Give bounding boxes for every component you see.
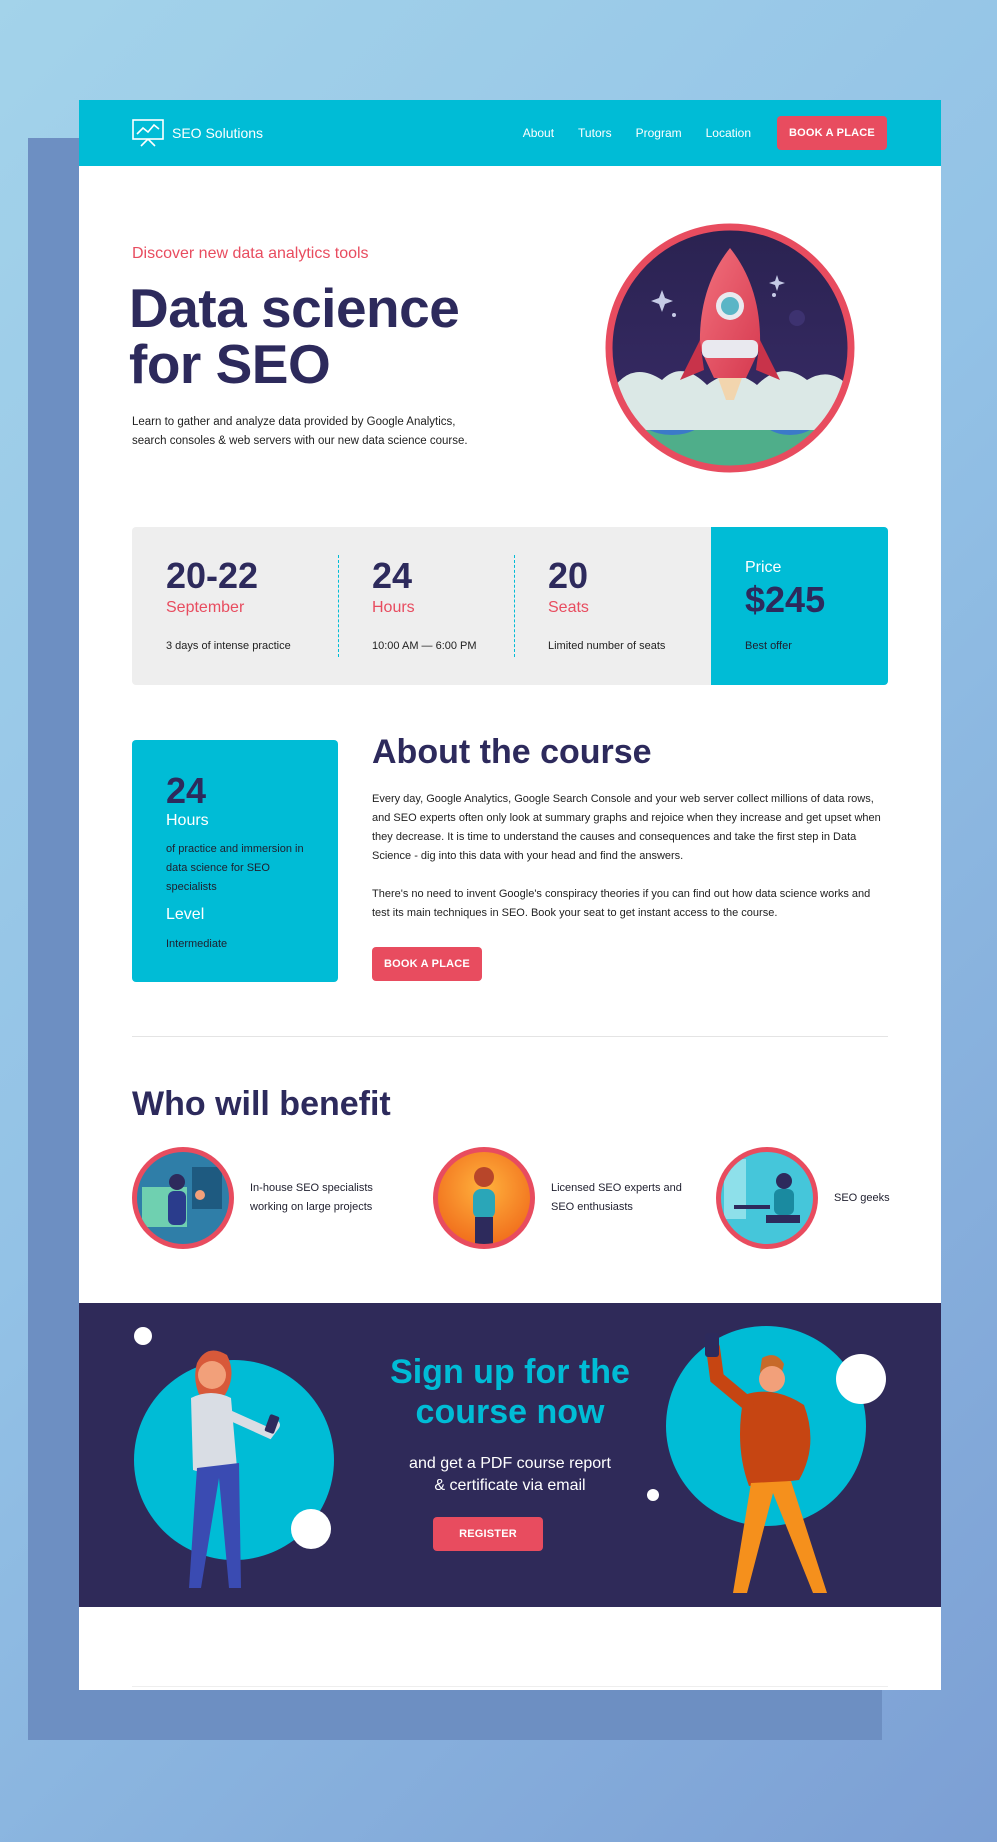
benefit-title: Who will benefit (132, 1085, 391, 1123)
stat-dates-note: 3 days of intense practice (166, 640, 291, 652)
nav-link-about[interactable]: About (523, 126, 554, 140)
specialist-avatar (132, 1147, 234, 1249)
hours-info-card: 24 Hours of practice and immersion in da… (132, 740, 338, 982)
hero-description-line2: search consoles & web servers with our n… (132, 435, 468, 447)
landing-page: SEO Solutions About Tutors Program Locat… (79, 100, 941, 1690)
hero-title: Data science for SEO (129, 280, 569, 392)
signup-subtitle: and get a PDF course report & certificat… (355, 1453, 665, 1497)
nav-links: About Tutors Program Location (523, 100, 751, 166)
about-book-button[interactable]: BOOK A PLACE (372, 947, 482, 981)
brand-name: SEO Solutions (172, 125, 264, 141)
hero-title-line2: for SEO (129, 333, 331, 395)
hero-title-line1: Data science (129, 277, 460, 339)
hero-eyebrow: Discover new data analytics tools (132, 245, 369, 262)
benefit-label: Licensed SEO experts and SEO enthusiasts (551, 1182, 682, 1213)
benefit-label: SEO geeks (834, 1191, 890, 1204)
stat-seats-label: Seats (548, 599, 589, 616)
rocket-illustration (605, 223, 855, 473)
about-title: About the course (372, 733, 652, 771)
info-card-level-label: Level (166, 906, 205, 923)
price-note: Best offer (745, 640, 792, 652)
section-divider (132, 1036, 888, 1037)
stat-divider (338, 555, 339, 657)
hero-description-line1: Learn to gather and analyze data provide… (132, 416, 456, 428)
signup-subtitle-line2: & certificate via email (434, 1477, 586, 1494)
info-card-unit: Hours (166, 812, 209, 829)
stat-dates-value: 20-22 (166, 555, 259, 596)
info-card-description: of practice and immersion in data scienc… (166, 843, 304, 893)
stat-seats-value: 20 (548, 555, 589, 596)
hero-description: Learn to gather and analyze data provide… (132, 413, 512, 451)
course-stats: 20-22 September 3 days of intense practi… (132, 527, 888, 685)
benefit-item: Licensed SEO experts and SEO enthusiasts (433, 1147, 701, 1249)
stat-dates-label: September (166, 599, 245, 616)
benefit-label: In-house SEO specialists working on larg… (250, 1182, 373, 1213)
top-nav: SEO Solutions About Tutors Program Locat… (79, 100, 941, 166)
signup-title: Sign up for the course now (390, 1353, 630, 1431)
register-button[interactable]: REGISTER (433, 1517, 543, 1551)
presentation-chart-icon (132, 119, 164, 147)
nav-link-tutors[interactable]: Tutors (578, 126, 612, 140)
stat-divider (514, 555, 515, 657)
about-paragraph-2: There's no need to invent Google's consp… (372, 888, 871, 919)
nav-link-program[interactable]: Program (636, 126, 682, 140)
price-box: Price $245 Best offer (711, 527, 888, 685)
about-paragraph-1: Every day, Google Analytics, Google Sear… (372, 793, 881, 862)
stat-seats-note: Limited number of seats (548, 640, 666, 652)
stat-hours-label: Hours (372, 599, 415, 616)
geek-avatar (716, 1147, 818, 1249)
stat-hours-value: 24 (372, 555, 413, 596)
nav-link-location[interactable]: Location (706, 126, 751, 140)
info-card-number: 24 (166, 770, 207, 811)
benefit-item: SEO geeks (716, 1147, 941, 1249)
nav-book-button[interactable]: BOOK A PLACE (777, 116, 887, 150)
price-label: Price (745, 559, 782, 576)
footer-divider (132, 1686, 888, 1687)
expert-avatar (433, 1147, 535, 1249)
brand[interactable]: SEO Solutions (132, 118, 263, 148)
info-card-level-value: Intermediate (166, 938, 228, 950)
benefit-item: In-house SEO specialists working on larg… (132, 1147, 400, 1249)
price-value: $245 (745, 579, 826, 620)
signup-subtitle-line1: and get a PDF course report (409, 1455, 611, 1472)
stat-hours-note: 10:00 AM — 6:00 PM (372, 640, 477, 652)
